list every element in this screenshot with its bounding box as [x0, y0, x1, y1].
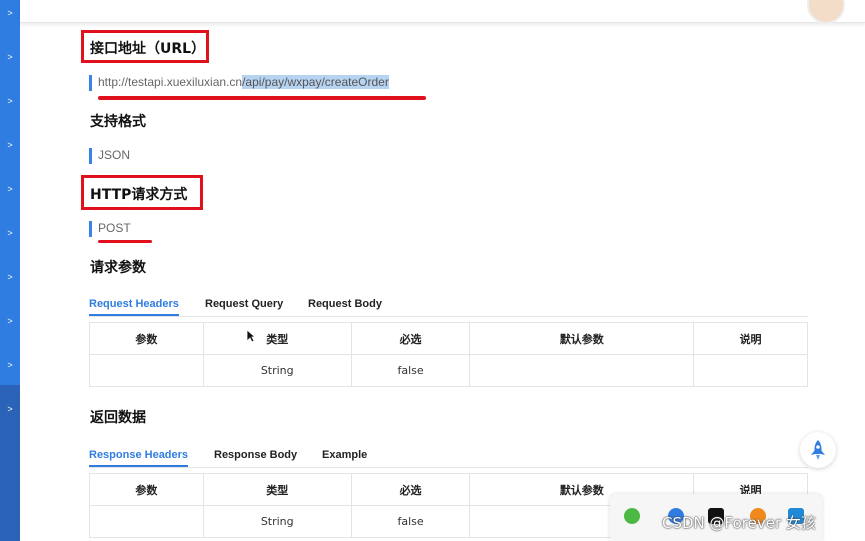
method-value: POST: [89, 221, 131, 237]
url-host: http://testapi.xuexiluxian.cn: [98, 75, 243, 89]
watermark: CSDN @Forever 女孩: [662, 514, 816, 532]
table-cell: [89, 505, 204, 538]
table-header-row: 参数 类型 必选 默认参数 说明: [89, 322, 808, 355]
column-header: 说明: [693, 322, 808, 355]
table-cell: false: [350, 505, 471, 538]
expand-arrow-icon[interactable]: >: [0, 360, 20, 370]
table-cell: [89, 354, 204, 387]
expand-arrow-icon[interactable]: >: [0, 140, 20, 150]
expand-arrow-icon[interactable]: >: [0, 8, 20, 18]
format-heading: 支持格式: [90, 114, 146, 130]
format-text: JSON: [98, 148, 131, 162]
response-heading: 返回数据: [90, 410, 146, 426]
back-to-top-button[interactable]: [800, 432, 836, 468]
table-cell: [469, 354, 695, 387]
response-tabs: Response Headers Response Body Example: [89, 447, 808, 468]
table-cell: String: [202, 354, 352, 387]
format-value: JSON: [89, 148, 131, 164]
annotation-box-method: [81, 175, 203, 210]
url-path-selected: /api/pay/wxpay/createOrder: [242, 75, 389, 89]
tab-example[interactable]: Example: [322, 449, 367, 461]
rocket-icon: [811, 440, 825, 460]
avatar[interactable]: [807, 0, 845, 24]
tab-response-headers[interactable]: Response Headers: [89, 449, 189, 467]
column-header: 默认参数: [469, 322, 695, 355]
annotation-underline-url: [98, 96, 426, 100]
value-bar: [89, 75, 92, 91]
column-header: 参数: [89, 322, 204, 355]
table-cell: false: [350, 354, 471, 387]
tab-request-query[interactable]: Request Query: [205, 298, 283, 310]
expand-arrow-icon[interactable]: >: [0, 316, 20, 326]
table-cell: [693, 354, 808, 387]
column-header: 必选: [350, 473, 471, 506]
wechat-icon[interactable]: [624, 508, 640, 524]
mouse-cursor-icon: [246, 329, 256, 343]
table-cell: String: [202, 505, 352, 538]
tab-request-headers[interactable]: Request Headers: [89, 298, 179, 316]
column-header: 类型: [202, 473, 352, 506]
table-row: String false: [89, 354, 808, 387]
method-text: POST: [98, 221, 131, 235]
request-table: 参数 类型 必选 默认参数 说明 String false: [89, 322, 808, 387]
value-bar: [89, 148, 92, 164]
tab-response-body[interactable]: Response Body: [214, 449, 297, 461]
request-heading: 请求参数: [90, 260, 146, 276]
tab-request-body[interactable]: Request Body: [308, 298, 382, 310]
value-bar: [89, 221, 92, 237]
expand-arrow-icon[interactable]: >: [0, 184, 20, 194]
column-header: 参数: [89, 473, 204, 506]
expand-arrow-icon[interactable]: >: [0, 404, 20, 414]
column-header: 必选: [350, 322, 471, 355]
sidebar-rail: > > > > > > > > > >: [0, 0, 20, 541]
expand-arrow-icon[interactable]: >: [0, 96, 20, 106]
annotation-box-url: [81, 30, 209, 63]
url-value[interactable]: http://testapi.xuexiluxian.cn/api/pay/wx…: [89, 75, 389, 91]
expand-arrow-icon[interactable]: >: [0, 272, 20, 282]
expand-arrow-icon[interactable]: >: [0, 52, 20, 62]
expand-arrow-icon[interactable]: >: [0, 228, 20, 238]
top-bar: [20, 0, 865, 24]
column-header: 类型: [202, 322, 352, 355]
request-tabs: Request Headers Request Query Request Bo…: [89, 296, 808, 317]
annotation-underline-method: [98, 240, 152, 243]
